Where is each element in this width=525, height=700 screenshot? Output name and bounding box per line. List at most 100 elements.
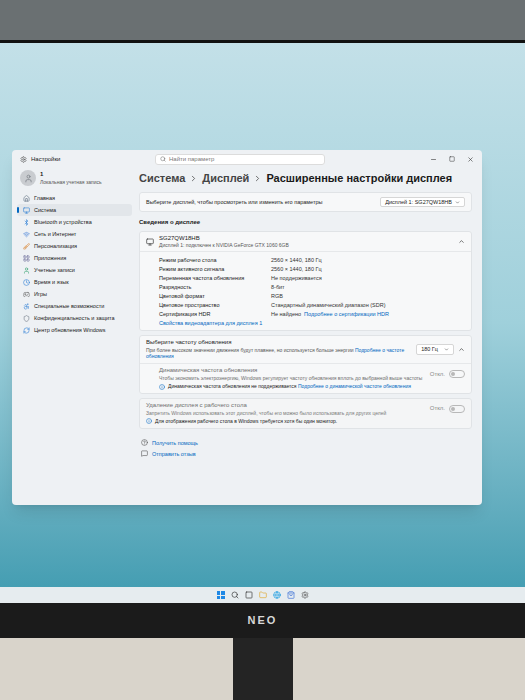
refresh-rate-dropdown[interactable]: 180 Гц [416, 344, 454, 354]
search-icon[interactable] [231, 591, 239, 599]
monitor-icon [146, 238, 154, 246]
info-value: RGB [271, 292, 283, 300]
info-row: Цветовое пространствоСтандартный динамич… [159, 300, 465, 309]
maximize-icon[interactable] [449, 156, 455, 162]
folder-icon[interactable] [259, 591, 267, 599]
window-title: Настройки [31, 155, 151, 164]
help-link[interactable]: Отправить отзыв [141, 450, 472, 458]
settings-window: Настройки Найти параметр 1Локальная учетна… [12, 150, 482, 505]
selection-bar [17, 243, 19, 249]
selection-bar [17, 279, 19, 285]
desk [0, 638, 525, 700]
display-name: SG27QW18HB [159, 235, 453, 242]
info-row: Режим рабочего стола2560 × 1440, 180 Гц [159, 255, 465, 264]
close-icon[interactable] [467, 156, 474, 163]
info-row: Режим активного сигнала2560 × 1440, 180 … [159, 264, 465, 273]
toggle-track [449, 405, 465, 413]
selection-bar [17, 327, 19, 333]
info-row: Сертификация HDRНе найденоПодробнее о се… [159, 309, 465, 318]
sidebar-item[interactable]: Игры [17, 288, 132, 300]
selection-bar [17, 207, 19, 213]
edge-icon[interactable] [273, 591, 281, 599]
sidebar: 1Локальная учетная запись Главная Система B… [12, 168, 137, 505]
display-info-header[interactable]: SG27QW18HBДисплей 1: подключен к NVIDIA … [140, 232, 471, 252]
sidebar-item-icon [23, 279, 30, 286]
adapter-link[interactable]: Свойства видеоадаптера для дисплея 1 [159, 318, 465, 327]
dropdown-chevron-icon [444, 347, 449, 352]
sidebar-item-label: Персонализация [34, 243, 77, 250]
sidebar-item[interactable]: Bluetooth и устройства [17, 216, 132, 228]
search-box[interactable]: Найти параметр [155, 154, 325, 165]
collapse-chevron-icon[interactable] [458, 238, 465, 245]
info-row: Цветовой форматRGB [159, 291, 465, 300]
collapse-chevron-icon[interactable] [458, 346, 465, 353]
dynamic-refresh-title: Динамическая частота обновления [159, 367, 426, 375]
sidebar-item-icon [23, 255, 30, 262]
display-select-card: Выберите дисплей, чтобы просмотреть или … [139, 192, 472, 212]
sidebar-item-label: Центр обновления Windows [34, 327, 106, 334]
wall [0, 0, 525, 40]
info-label: Переменная частота обновления [159, 274, 271, 282]
help-link-icon [141, 450, 148, 457]
info-link[interactable]: Подробнее о сертификации HDR [304, 310, 389, 318]
title-bar: Настройки Найти параметр [12, 150, 482, 168]
sidebar-item[interactable]: Система [17, 204, 132, 216]
sidebar-item-label: Сеть и Интернет [34, 231, 76, 238]
sidebar-item[interactable]: Специальные возможности [17, 300, 132, 312]
display-dropdown[interactable]: Дисплей 1: SG27QW18HB [380, 197, 465, 207]
sidebar-item-icon [23, 315, 30, 322]
sidebar-item[interactable]: Учетные записи [17, 264, 132, 276]
sidebar-item-icon [23, 327, 30, 334]
refresh-rate-link[interactable]: Подробнее о частоте обновления [146, 347, 404, 360]
toggle-label: Откл. [430, 370, 445, 379]
search-icon [160, 156, 166, 162]
section-title: Сведения о дисплее [139, 218, 472, 227]
selection-bar [17, 315, 19, 321]
sidebar-item[interactable]: Время и язык [17, 276, 132, 288]
breadcrumb-item[interactable]: Система [139, 170, 185, 187]
sidebar-item[interactable]: Приложения [17, 252, 132, 264]
sidebar-item[interactable]: Главная [17, 192, 132, 204]
screen: Настройки Найти параметр 1Локальная учетна… [0, 43, 525, 603]
refresh-rate-title: Выберите частоту обновления [146, 339, 412, 347]
selection-bar [17, 291, 19, 297]
sidebar-item-label: Система [34, 207, 56, 214]
sidebar-item[interactable]: Персонализация [17, 240, 132, 252]
display-info-card: SG27QW18HBДисплей 1: подключен к NVIDIA … [139, 231, 472, 331]
dynamic-refresh-link[interactable]: Подробнее о динамической частоте обновле… [298, 383, 411, 389]
sidebar-item[interactable]: Сеть и Интернет [17, 228, 132, 240]
sidebar-item-label: Специальные возможности [34, 303, 104, 310]
sidebar-item[interactable]: Конфиденциальность и защита [17, 312, 132, 324]
help-link[interactable]: Получить помощь [141, 439, 472, 447]
store-icon[interactable] [287, 591, 295, 599]
info-value: Не поддерживается [271, 274, 322, 282]
sidebar-item-label: Время и язык [34, 279, 69, 286]
sidebar-item-label: Игры [34, 291, 47, 298]
selection-bar [17, 303, 19, 309]
remove-display-card: Удаление дисплея с рабочего столаЗапрети… [139, 398, 472, 429]
monitor-bezel-bottom: NEO [0, 603, 525, 638]
breadcrumb-chevron-icon [253, 174, 262, 183]
info-value: Стандартный динамический диапазон (SDR) [271, 301, 386, 309]
photo: Настройки Найти параметр 1Локальная учетна… [0, 0, 525, 700]
refresh-rate-header: Выберите частоту обновленияПри более выс… [140, 336, 471, 363]
user-card: 1Локальная учетная запись [17, 170, 132, 186]
sidebar-item[interactable]: Центр обновления Windows [17, 324, 132, 336]
task-view-icon[interactable] [245, 591, 253, 599]
minimize-icon[interactable] [430, 156, 437, 163]
selection-bar [17, 219, 19, 225]
start-icon[interactable] [217, 591, 225, 599]
info-value: 2560 × 1440, 180 Гц [271, 265, 322, 273]
monitor-brand: NEO [248, 612, 278, 629]
sidebar-item-icon [23, 219, 30, 226]
user-account: Локальная учетная запись [40, 179, 102, 185]
sidebar-item-icon [23, 195, 30, 202]
toggle: Откл. [430, 404, 465, 413]
breadcrumb-item[interactable]: Дисплей [202, 170, 249, 187]
selection-bar [17, 231, 19, 237]
sidebar-item-icon [23, 243, 30, 250]
main: СистемаДисплейРасширенные настройки дисп… [137, 168, 482, 505]
settings-icon[interactable] [301, 591, 309, 599]
refresh-rate-card: Выберите частоту обновленияПри более выс… [139, 335, 472, 394]
info-label: Сертификация HDR [159, 310, 271, 318]
